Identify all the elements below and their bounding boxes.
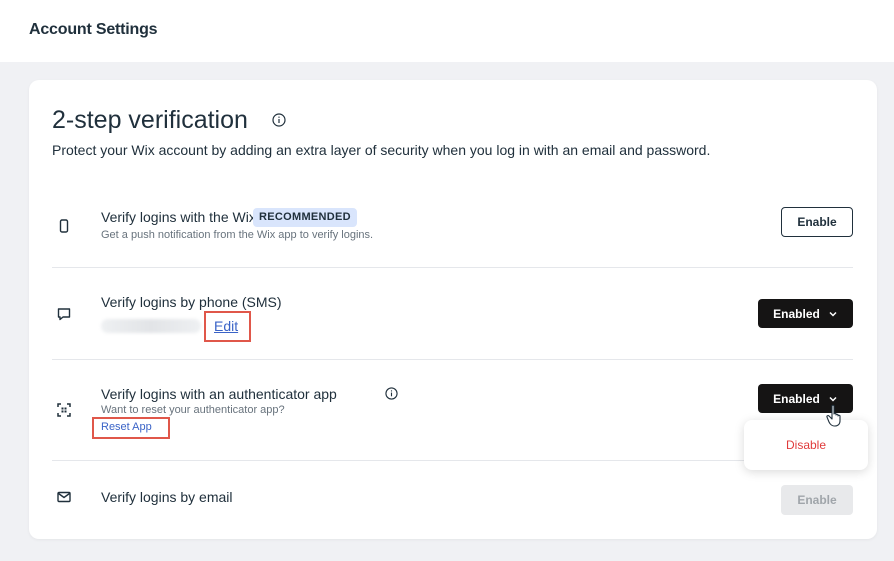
- method-row-authenticator: Verify logins with an authenticator app …: [52, 360, 853, 461]
- method-row-email: Verify logins by email Enable: [52, 461, 853, 535]
- top-bar: Account Settings: [0, 0, 894, 62]
- recommended-badge: RECOMMENDED: [253, 208, 357, 227]
- qr-scan-icon: [57, 403, 71, 417]
- method-title: Verify logins by email: [101, 489, 233, 505]
- status-dropdown-menu: Disable: [744, 420, 868, 470]
- info-icon[interactable]: [385, 387, 398, 400]
- enabled-label: Enabled: [773, 391, 820, 406]
- reset-app-link[interactable]: Reset App: [101, 421, 152, 433]
- blurred-phone-number: [101, 319, 201, 333]
- section-description: Protect your Wix account by adding an ex…: [52, 142, 711, 158]
- page-title: Account Settings: [29, 21, 158, 38]
- section-title: 2-step verification: [52, 106, 248, 134]
- hand-cursor-icon: [826, 404, 841, 427]
- method-title: Verify logins with an authenticator app: [101, 386, 337, 402]
- chat-bubble-icon: [57, 308, 71, 321]
- info-icon[interactable]: [272, 113, 286, 127]
- envelope-icon: [57, 491, 71, 503]
- method-subtitle: Get a push notification from the Wix app…: [101, 229, 374, 241]
- enabled-label: Enabled: [773, 306, 820, 321]
- enable-email-button[interactable]: Enable: [781, 485, 853, 515]
- two-step-verification-card: 2-step verification Protect your Wix acc…: [29, 80, 877, 539]
- method-title: Verify logins by phone (SMS): [101, 294, 282, 310]
- method-row-sms: Verify logins by phone (SMS) Edit Enable…: [52, 268, 853, 360]
- method-row-wix-app: Verify logins with the Wix app RECOMMEND…: [52, 188, 853, 268]
- chevron-down-icon: [829, 396, 837, 402]
- enable-wix-app-button[interactable]: Enable: [781, 207, 853, 237]
- edit-phone-link[interactable]: Edit: [214, 318, 238, 334]
- enabled-sms-dropdown-button[interactable]: Enabled: [758, 299, 853, 328]
- disable-option[interactable]: Disable: [786, 438, 826, 452]
- method-subtitle: Want to reset your authenticator app?: [101, 404, 285, 416]
- chevron-down-icon: [829, 311, 837, 317]
- phone-icon: [59, 219, 69, 233]
